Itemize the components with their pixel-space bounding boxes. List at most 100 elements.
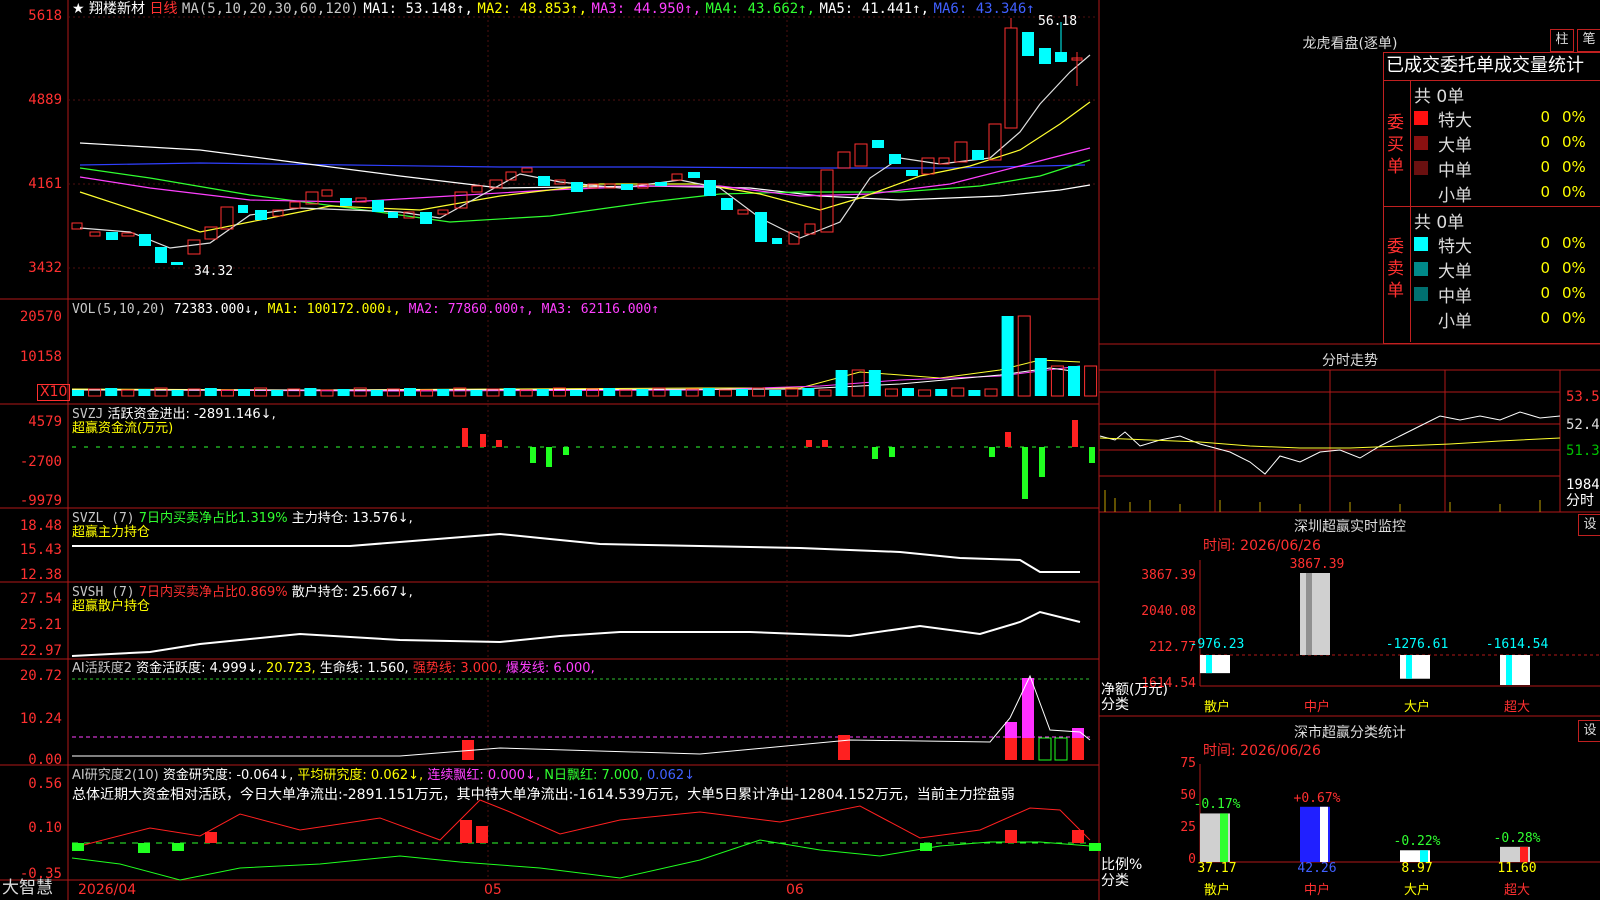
monitor-value-3: -1614.54 [1485,637,1549,652]
buy-row-color-swatch [1414,136,1428,150]
svsh-ratio: 7日内买卖净占比0.869% [138,585,288,600]
monitor-category-2: 大户 [1403,700,1430,715]
sell-row-name: 特大 [1438,237,1472,257]
ai2-green-line [71,839,1091,881]
volume-bar [470,390,483,396]
svzl-axis-1: 18.48 [19,518,62,534]
volume-bar [718,389,732,397]
monitor-value-1: 3867.39 [1289,557,1345,572]
ai1-text: 资金活跃度: 4.999↓, [136,661,262,676]
vol-axis-1: 20570 [19,309,62,325]
stats-category-0: 散户 [1203,883,1230,898]
sell-row-name: 中单 [1438,287,1472,307]
sz-stats-settings-button[interactable]: 设 [1578,720,1600,742]
volume-bar [603,388,616,396]
price-grid [68,16,1099,269]
volume-bar [1017,315,1031,397]
volume-bar [935,389,948,396]
monitor-bar-stripe-2 [1406,655,1412,679]
monitor-category-3: 超大 [1503,700,1530,715]
ai1-line [72,674,1091,757]
vol-unit-badge[interactable]: X10 [37,384,71,401]
price-axis-2: 4889 [28,92,62,108]
sell-row-count: 0 [1540,234,1550,252]
candles [71,18,1083,265]
volume-bar [536,389,549,396]
stats-bar-stripe-3 [1520,846,1528,862]
brand-logo: 大智慧 [2,878,53,898]
sz-monitor-title: 深圳超赢实时监控 [1294,519,1406,535]
sell-row-name: 大单 [1438,262,1472,282]
month-06: 06 [786,882,804,898]
sell-row-name: 小单 [1438,312,1472,332]
svzj-label: SVZJ [72,407,104,422]
ma-params: MA(5,10,20,30,60,120) [181,1,359,17]
monitor-category-0: 散户 [1203,700,1230,715]
period-label[interactable]: 日线 [149,1,177,17]
volume-bar [121,389,135,397]
stock-name: 翔楼新材 [89,1,146,17]
dragon-title: 龙虎看盘(逐单) [1302,36,1398,52]
date-start: 2026/04 [78,882,137,898]
volume-bar [304,388,317,396]
monitor-bar-1 [1300,573,1330,655]
volume-bar [619,389,633,397]
sell-row-pct: 0% [1562,259,1586,277]
sell-row-color-swatch [1414,262,1428,276]
sz-monitor-ylabel: 净额(万元) [1101,682,1168,698]
stats-change-2: -0.22% [1393,834,1441,850]
svsh-header: SVSH (7) 7日内买卖净占比0.869% 散户持仓: 25.667↓, [72,585,413,600]
sz-monitor-axis-2: 2040.08 [1141,604,1196,619]
volume-bars [71,315,1098,397]
volume-bar [105,388,118,396]
ai2-summary: 总体近期大资金相对活跃，今日大单净流出:-2891.151万元，其中特大单净流出… [72,787,1015,803]
volume-bar [238,389,250,396]
sell-row-color-swatch [1414,287,1428,301]
volume-bar [72,390,84,396]
volume-bar [669,390,682,396]
volume-bar [968,390,981,396]
sz-monitor-settings-button[interactable]: 设 [1578,514,1600,536]
sz-stats-xlabel: 分类 [1101,873,1129,889]
monitor-value-0: -976.23 [1189,637,1245,652]
buy-row-name: 小单 [1438,186,1472,206]
volume-bar [918,389,932,397]
stats-category-2: 大户 [1403,883,1430,898]
ai2-nval: 0.062↓ [646,768,696,783]
volume-bar [1050,365,1064,397]
stats-bar-stripe-0 [1220,813,1228,862]
stats-category-1: 中户 [1303,883,1330,898]
sell-row-count: 0 [1540,259,1550,277]
sell-total: 共 0单 [1414,213,1465,233]
volume-bar [1034,358,1047,396]
sz-monitor-chart [1199,560,1600,687]
buy-row-pct: 0% [1562,158,1586,176]
stats-change-0: -0.17% [1193,797,1241,813]
svsh-axis-1: 27.54 [19,591,62,607]
tick-mode-button[interactable]: 笔 [1577,29,1600,52]
vol-ma1: MA1: 100172.000↓, [267,302,401,317]
ma1-value: MA1: 53.148↑, [363,1,473,17]
monitor-bar-2 [1400,655,1430,679]
intraday-vol: 1984 [1566,477,1600,493]
ai1-axis-3: 0.00 [28,752,62,768]
favorite-star-icon[interactable]: ★ [72,1,85,17]
price-low-mark: 34.32 [194,264,234,279]
ai2-label: AI研究度2(10) [72,768,159,783]
ai1-axis-1: 20.72 [19,668,62,684]
buy-row-pct: 0% [1562,133,1586,151]
sz-stats-title: 深市超赢分类统计 [1294,725,1406,741]
price-axis-4: 3432 [28,260,62,276]
bar-mode-button[interactable]: 柱 [1550,29,1574,52]
ma1-line [79,54,1091,249]
stats-value-0: 37.17 [1197,861,1237,876]
stock-header: ★ 翔楼新材 日线 MA(5,10,20,30,60,120) MA1: 53.… [72,2,1035,17]
sell-row-color-swatch [1414,312,1428,326]
sz-stats-axis-3: 25 [1180,820,1196,835]
volume-bar [404,388,416,396]
volume-bar [337,389,350,396]
monitor-bar-3 [1500,655,1530,685]
monitor-bar-0 [1200,655,1230,674]
order-stats-header: 已成交委托单成交量统计 [1386,55,1584,76]
svsh-axis-3: 22.97 [19,643,62,659]
